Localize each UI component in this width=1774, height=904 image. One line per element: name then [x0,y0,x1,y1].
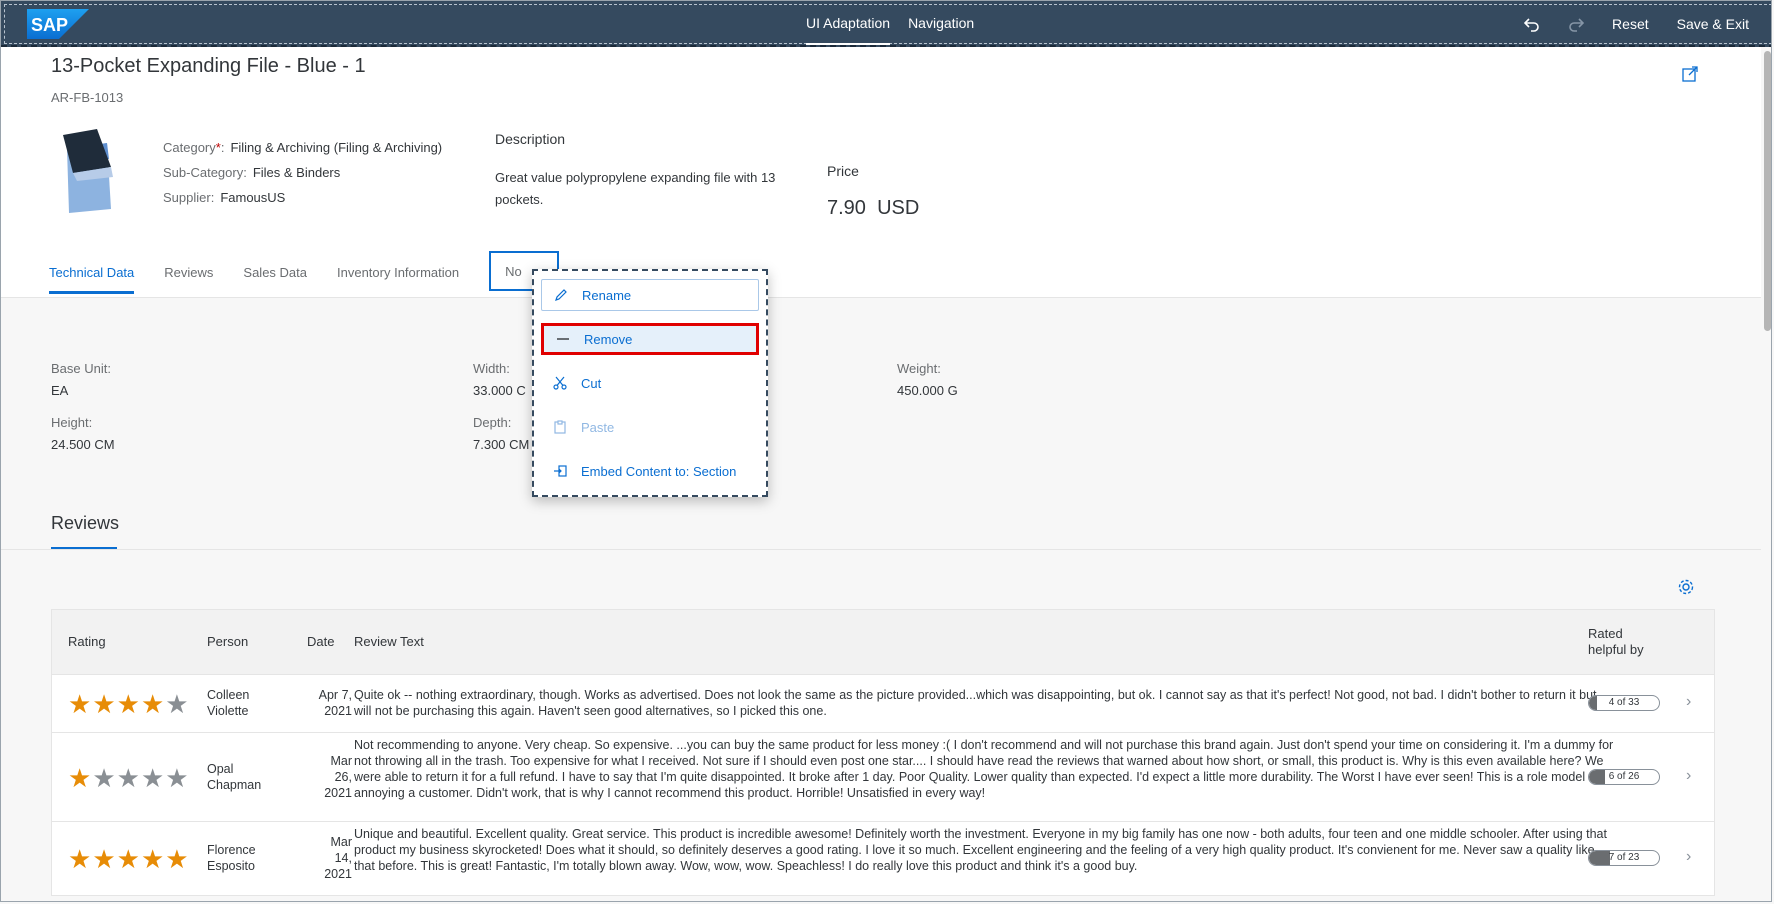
supplier-label: Supplier: [163,190,215,205]
star-filled-icon: ★ [68,844,92,874]
menu-item-cut[interactable]: Cut [541,367,759,399]
menu-item-embed-content[interactable]: Embed Content to: Section [541,455,759,487]
column-rating[interactable]: Rating [68,634,106,649]
review-date: Mar 26, 2021 [324,754,352,800]
helpful-indicator: 7 of 23 [1588,850,1660,866]
menu-item-paste: Paste [541,411,759,443]
embed-icon [553,464,581,478]
clipboard-icon [553,420,581,434]
reviews-table: Rating Person Date Review Text Rated help… [51,609,1715,896]
description-text: Great value polypropylene expanding file… [495,170,776,207]
review-date: Mar 14, 2021 [324,835,352,881]
tab-inventory-information[interactable]: Inventory Information [337,255,459,297]
tab-technical-data[interactable]: Technical Data [49,255,135,294]
category-value: Filing & Archiving (Filing & Archiving) [230,140,443,155]
price-heading: Price [827,163,859,179]
star-filled-icon: ★ [68,763,92,793]
column-review-text[interactable]: Review Text [354,634,424,649]
star-filled-icon: ★ [165,844,189,874]
star-empty-icon: ★ [140,763,165,793]
person-name: Colleen Violette [207,688,250,718]
height-field: Height: 24.500 CM [51,415,115,452]
review-text: Quite ok -- nothing extraordinary, thoug… [354,688,1597,718]
undo-icon[interactable] [1524,16,1540,32]
page-title: 13-Pocket Expanding File - Blue - 1 [51,55,366,77]
gear-icon[interactable] [1677,578,1695,601]
reviews-heading-underline [51,547,117,549]
section-tabs: Technical Data Reviews Sales Data Invent… [49,251,560,297]
review-text: Not recommending to anyone. Very cheap. … [354,738,1614,800]
page-subtitle: AR-FB-1013 [51,90,124,105]
helpful-indicator: 6 of 26 [1588,769,1660,785]
app-frame: SAP UI Adaptation Navigation Reset Save … [0,0,1772,902]
reviews-heading: Reviews [51,513,120,533]
product-attributes: Category*: Filing & Archiving (Filing & A… [163,140,443,205]
star-filled-icon: ★ [116,844,140,874]
star-filled-icon: ★ [92,689,116,719]
column-person[interactable]: Person [207,634,248,649]
tab-navigation[interactable]: Navigation [908,1,974,45]
pencil-icon [554,288,582,302]
description-heading: Description [495,131,566,147]
chevron-right-icon[interactable]: › [1686,848,1691,866]
helpful-indicator: 4 of 33 [1588,695,1660,711]
star-filled-icon: ★ [116,689,140,719]
chevron-right-icon[interactable]: › [1686,693,1691,711]
rating-stars: ★ ★ ★ ★ ★ [68,691,189,717]
star-empty-icon: ★ [165,689,189,719]
product-image [57,129,121,218]
scrollbar-thumb[interactable] [1764,51,1771,331]
column-date[interactable]: Date [307,634,334,649]
star-empty-icon: ★ [165,763,189,793]
category-label: Category [163,140,216,155]
vertical-scrollbar[interactable] [1761,47,1771,901]
weight-field: Weight: 450.000 G [897,361,958,398]
person-name: Florence Esposito [207,843,256,873]
reset-button[interactable]: Reset [1612,16,1649,32]
table-row[interactable]: ★ ★ ★ ★ ★ Colleen Violette Apr 7, 2021 Quite o… [52,675,1714,733]
star-filled-icon: ★ [140,689,165,719]
chevron-right-icon[interactable]: › [1686,767,1691,785]
share-icon[interactable] [1681,65,1699,88]
base-unit-field: Base Unit: EA [51,361,111,398]
save-exit-button[interactable]: Save & Exit [1677,16,1749,32]
star-empty-icon: ★ [92,763,116,793]
star-empty-icon: ★ [116,763,140,793]
review-date: Apr 7, 2021 [318,688,352,718]
price-value: 7.90 USD [827,197,920,219]
context-menu: Rename Remove Cut Paste Embed Content to… [532,269,768,497]
subcategory-value: Files & Binders [252,165,341,180]
tab-ui-adaptation[interactable]: UI Adaptation [806,1,891,45]
menu-item-remove[interactable]: Remove [541,323,759,355]
supplier-value: FamousUS [220,190,286,205]
star-filled-icon: ★ [92,844,116,874]
review-text: Unique and beautiful. Excellent quality.… [354,827,1607,873]
svg-text:SAP: SAP [31,15,68,35]
column-helpful[interactable]: Rated helpful by [1588,626,1644,658]
reviews-separator [1,549,1761,550]
redo-icon[interactable] [1568,16,1585,32]
rating-stars: ★ ★ ★ ★ ★ [68,765,189,791]
shell-bar: SAP UI Adaptation Navigation Reset Save … [1,1,1771,47]
minus-icon [556,332,584,346]
table-row[interactable]: ★ ★ ★ ★ ★ Opal Chapman Mar 26, 2021 Not recomme… [52,733,1714,822]
subcategory-label: Sub-Category: [163,165,247,180]
scissors-icon [553,376,581,390]
object-header: 13-Pocket Expanding File - Blue - 1 AR-F… [1,47,1761,298]
table-row[interactable]: ★ ★ ★ ★ ★ Florence Esposito Mar 14, 2021 Unique… [52,822,1714,896]
tab-reviews[interactable]: Reviews [164,255,213,297]
star-filled-icon: ★ [140,844,165,874]
star-filled-icon: ★ [68,689,92,719]
menu-item-rename[interactable]: Rename [541,279,759,311]
tab-sales-data[interactable]: Sales Data [243,255,307,297]
person-name: Opal Chapman [207,762,262,792]
table-header: Rating Person Date Review Text Rated help… [52,610,1714,675]
rating-stars: ★ ★ ★ ★ ★ [68,846,189,872]
sap-logo: SAP [27,9,89,39]
